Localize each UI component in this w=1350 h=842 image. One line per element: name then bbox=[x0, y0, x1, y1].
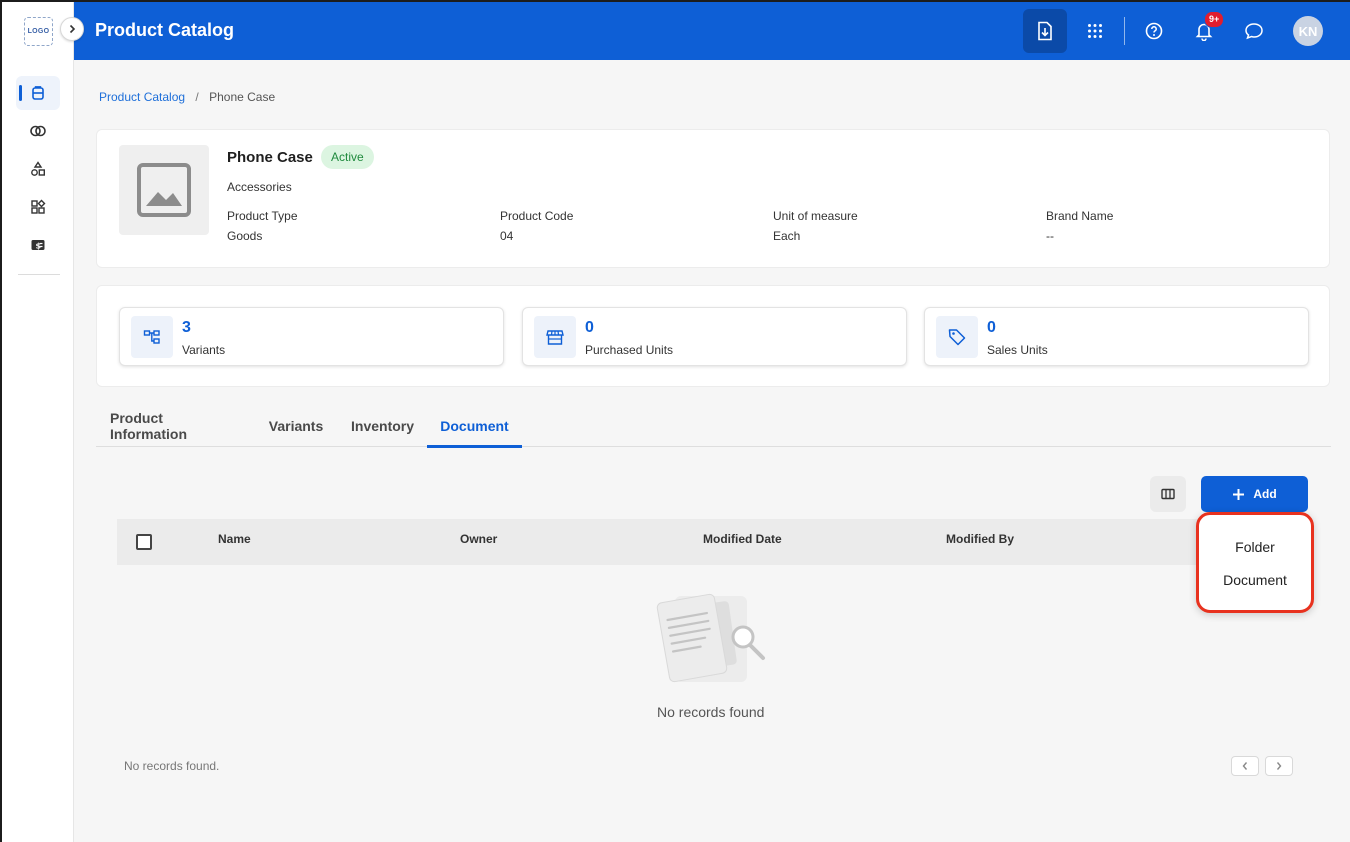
attr-label: Product Type bbox=[227, 209, 298, 223]
attr-label: Unit of measure bbox=[773, 209, 858, 223]
sidebar-divider bbox=[18, 274, 60, 275]
notification-count-badge: 9+ bbox=[1204, 11, 1225, 28]
tab-product-information[interactable]: Product Information bbox=[110, 405, 241, 447]
hierarchy-icon bbox=[143, 330, 160, 344]
billing-icon: $ bbox=[31, 240, 45, 251]
apps-dots-icon bbox=[1088, 24, 1102, 38]
sidebar-expand-button[interactable] bbox=[60, 17, 84, 41]
status-badge: Active bbox=[321, 145, 374, 169]
tag-icon bbox=[948, 329, 966, 346]
stat-value: 0 bbox=[585, 319, 594, 336]
table-footer-status: No records found. bbox=[124, 759, 220, 773]
product-name: Phone Case bbox=[227, 149, 313, 166]
stat-value: 0 bbox=[987, 319, 996, 336]
sidebar-item-apps[interactable] bbox=[16, 190, 60, 224]
attr-label: Brand Name bbox=[1046, 209, 1114, 223]
attr-product-code: Product Code 04 bbox=[500, 209, 573, 243]
chevron-left-icon bbox=[1242, 762, 1248, 770]
product-stats-card: 3 Variants 0 Purchased Units 0 Sales Uni… bbox=[96, 285, 1330, 387]
apps-launcher-button[interactable] bbox=[1073, 9, 1117, 53]
stat-sales-units[interactable]: 0 Sales Units bbox=[924, 307, 1309, 366]
chat-button[interactable] bbox=[1232, 9, 1276, 53]
app-title: Product Catalog bbox=[95, 20, 235, 40]
stat-icon-box bbox=[936, 316, 978, 358]
stat-label: Sales Units bbox=[987, 343, 1048, 357]
window-frame-left bbox=[0, 0, 2, 842]
stat-icon-box bbox=[534, 316, 576, 358]
menu-item-folder[interactable]: Folder bbox=[1199, 539, 1311, 555]
logo: LOGO bbox=[24, 17, 53, 46]
stat-purchased-units[interactable]: 0 Purchased Units bbox=[522, 307, 907, 366]
column-header-name[interactable]: Name bbox=[218, 532, 251, 546]
help-button[interactable] bbox=[1132, 9, 1176, 53]
add-button-label: Add bbox=[1253, 487, 1277, 501]
stat-icon-box bbox=[131, 316, 173, 358]
attr-brand-name: Brand Name -- bbox=[1046, 209, 1113, 243]
product-image-placeholder bbox=[119, 145, 209, 235]
breadcrumb-root-link[interactable]: Product Catalog bbox=[99, 90, 185, 104]
breadcrumb-current: Phone Case bbox=[209, 90, 276, 104]
apps-grid-icon bbox=[31, 199, 46, 214]
link-rings-icon bbox=[30, 125, 46, 137]
detail-tabs: Product Information Variants Inventory D… bbox=[96, 405, 1331, 448]
store-icon bbox=[546, 330, 564, 345]
stat-variants[interactable]: 3 Variants bbox=[119, 307, 504, 366]
columns-icon bbox=[1161, 488, 1175, 500]
sidebar-item-links[interactable] bbox=[16, 114, 60, 148]
menu-item-document[interactable]: Document bbox=[1199, 572, 1311, 588]
next-page-button[interactable] bbox=[1265, 756, 1293, 776]
breadcrumb: Product Catalog / Phone Case bbox=[99, 90, 275, 104]
attr-value: Each bbox=[773, 229, 801, 243]
tab-inventory[interactable]: Inventory bbox=[351, 405, 414, 447]
stat-value: 3 bbox=[182, 319, 191, 336]
window-frame-top bbox=[0, 0, 1350, 2]
product-summary-card: Phone Case Active Accessories Product Ty… bbox=[96, 129, 1330, 268]
chevron-right-icon bbox=[1276, 762, 1282, 770]
attr-product-type: Product Type Goods bbox=[227, 209, 298, 243]
tab-variants[interactable]: Variants bbox=[269, 405, 323, 447]
sidebar-item-billing[interactable]: $ bbox=[16, 228, 60, 262]
header-divider bbox=[1124, 17, 1125, 45]
previous-page-button[interactable] bbox=[1231, 756, 1259, 776]
download-button[interactable] bbox=[1023, 9, 1067, 53]
add-button[interactable]: Add bbox=[1201, 476, 1308, 512]
column-header-modified-date[interactable]: Modified Date bbox=[703, 532, 782, 546]
documents-table-header: Name Owner Modified Date Modified By bbox=[117, 519, 1308, 565]
column-header-modified-by[interactable]: Modified By bbox=[946, 532, 1014, 546]
shapes-icon bbox=[31, 161, 46, 176]
top-header: Product Catalog 9+ KN bbox=[74, 2, 1350, 60]
sidebar: LOGO $ bbox=[2, 2, 74, 842]
empty-documents-illustration bbox=[656, 593, 765, 683]
stat-label: Purchased Units bbox=[585, 343, 674, 357]
add-dropdown-menu: Folder Document bbox=[1196, 512, 1314, 613]
chat-bubble-icon bbox=[1245, 23, 1263, 40]
tab-document[interactable]: Document bbox=[427, 405, 522, 448]
attr-unit-of-measure: Unit of measure Each bbox=[773, 209, 858, 243]
download-file-icon bbox=[1038, 21, 1052, 41]
image-placeholder-icon bbox=[137, 163, 191, 217]
stat-label: Variants bbox=[182, 343, 226, 357]
attr-value: -- bbox=[1046, 229, 1054, 243]
attr-label: Product Code bbox=[500, 209, 574, 223]
select-all-checkbox[interactable] bbox=[136, 534, 152, 550]
breadcrumb-separator: / bbox=[195, 90, 199, 104]
user-avatar[interactable]: KN bbox=[1293, 16, 1323, 46]
column-settings-button[interactable] bbox=[1150, 476, 1186, 512]
sidebar-item-catalog[interactable] bbox=[16, 76, 60, 110]
product-category: Accessories bbox=[227, 180, 292, 194]
catalog-icon bbox=[32, 86, 44, 100]
sidebar-item-shapes[interactable] bbox=[16, 152, 60, 186]
attr-value: Goods bbox=[227, 229, 263, 243]
plus-icon bbox=[1233, 488, 1245, 500]
chevron-right-icon bbox=[69, 24, 76, 34]
help-icon bbox=[1145, 22, 1163, 40]
attr-value: 04 bbox=[500, 229, 514, 243]
column-header-owner[interactable]: Owner bbox=[460, 532, 497, 546]
sidebar-nav: $ bbox=[16, 76, 60, 266]
empty-state-message: No records found bbox=[657, 704, 765, 720]
